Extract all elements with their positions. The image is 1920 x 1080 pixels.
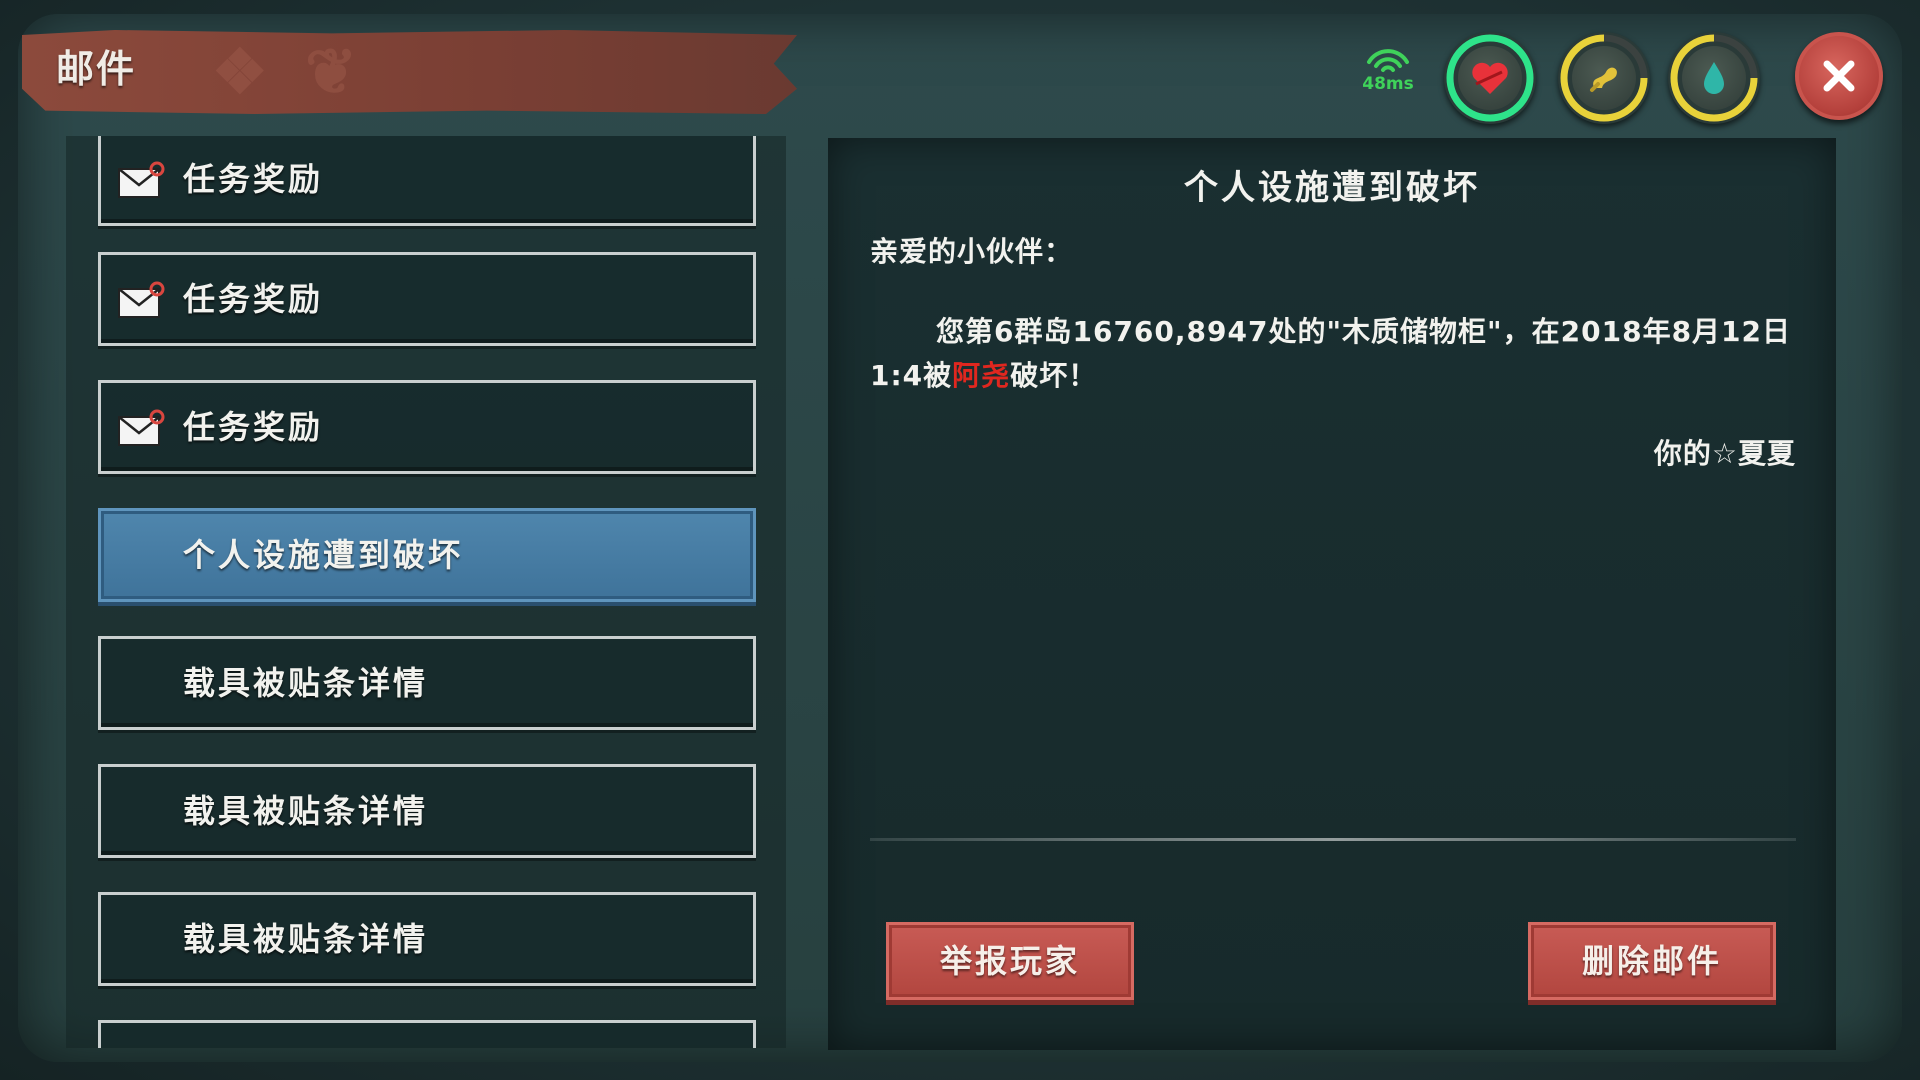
mail-item-label: 任务奖励 <box>183 408 324 446</box>
food-icon <box>1590 67 1617 92</box>
mail-item-partial[interactable] <box>98 1020 756 1048</box>
health-gauge <box>1444 32 1536 124</box>
ping-value: 48ms <box>1362 74 1414 94</box>
water-drop-icon <box>1704 62 1724 94</box>
mail-item[interactable]: 任务奖励 <box>98 136 756 226</box>
hunger-gauge <box>1558 32 1650 124</box>
close-icon <box>1823 60 1855 92</box>
mail-subject: 个人设施遭到破坏 <box>1184 168 1480 208</box>
mail-item-label: 载具被贴条详情 <box>183 664 429 702</box>
mail-item[interactable]: 载具被贴条详情 <box>98 892 756 986</box>
banner-ornament: ❖ ❦ <box>212 35 366 108</box>
mail-item[interactable]: 任务奖励 <box>98 252 756 346</box>
mail-item-label: 个人设施遭到破坏 <box>183 536 464 574</box>
player-name-link[interactable]: 阿尧 <box>952 359 1010 392</box>
mail-list[interactable]: 任务奖励 任务奖励 任务奖励 个人设施遭到破坏 载具被贴条详情 载具被贴条详情 … <box>66 136 786 1048</box>
wifi-signal-icon <box>1367 49 1409 72</box>
mail-item[interactable]: 载具被贴条详情 <box>98 636 756 730</box>
envelope-icon <box>118 409 165 446</box>
divider <box>870 838 1796 841</box>
mail-item-label: 任务奖励 <box>183 280 324 318</box>
envelope-icon <box>118 281 165 318</box>
mail-body-end: 破坏！ <box>1010 359 1098 392</box>
close-button[interactable] <box>1795 32 1883 120</box>
mail-screen: ❖ ❦ 邮件 48ms 任务奖励 任务奖励 任务奖励 个人设施遭到破坏 载具被贴… <box>0 0 1920 1080</box>
envelope-icon <box>118 161 165 198</box>
heart-icon <box>1472 62 1508 94</box>
mail-item-label: 任务奖励 <box>183 160 324 198</box>
mail-greeting: 亲爱的小伙伴： <box>870 235 1074 268</box>
mail-item[interactable]: 任务奖励 <box>98 380 756 474</box>
mail-item-selected[interactable]: 个人设施遭到破坏 <box>98 508 756 602</box>
mail-item-label: 载具被贴条详情 <box>183 792 429 830</box>
mail-item[interactable]: 载具被贴条详情 <box>98 764 756 858</box>
mail-item-label: 载具被贴条详情 <box>183 920 429 958</box>
report-player-button[interactable]: 举报玩家 <box>886 922 1134 1000</box>
title-banner: ❖ ❦ <box>22 30 797 114</box>
mail-body: 您第6群岛16760,8947处的"木质储物柜"，在2018年8月12日 1:4… <box>870 310 1800 398</box>
mail-signature: 你的☆夏夏 <box>1653 437 1796 470</box>
delete-mail-button[interactable]: 删除邮件 <box>1528 922 1776 1000</box>
network-ping: 48ms <box>1348 46 1428 106</box>
thirst-gauge <box>1668 32 1760 124</box>
window-title: 邮件 <box>56 47 137 91</box>
mail-detail-panel: 个人设施遭到破坏 亲爱的小伙伴： 您第6群岛16760,8947处的"木质储物柜… <box>828 138 1836 1050</box>
